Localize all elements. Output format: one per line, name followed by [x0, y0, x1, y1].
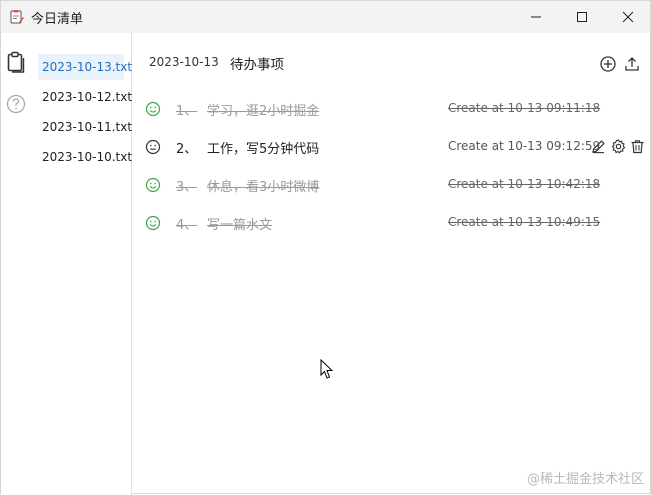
task-number: 1、 — [176, 104, 198, 119]
export-icon[interactable] — [623, 55, 641, 73]
minimize-button[interactable] — [513, 1, 559, 33]
task-row[interactable]: 4、 写一篇水文 Create at 10-13 10:49:15 — [132, 208, 651, 238]
smile-check-icon[interactable] — [145, 215, 161, 231]
task-text: 休息，看3小时微博 — [207, 180, 320, 195]
title-bar: 今日清单 — [1, 1, 650, 33]
pencil-icon[interactable] — [591, 139, 606, 154]
watermark: @稀土掘金技术社区 — [526, 472, 644, 487]
clipboard-icon[interactable] — [6, 51, 26, 73]
file-list: 2023-10-13.txt 2023-10-12.txt 2023-10-11… — [32, 33, 132, 495]
file-item[interactable]: 2023-10-13.txt — [38, 54, 132, 80]
page-title: 待办事项 — [230, 57, 284, 73]
minimize-icon — [531, 16, 541, 18]
task-number: 2、 — [176, 142, 198, 157]
close-icon — [622, 11, 634, 23]
task-number: 3、 — [176, 180, 198, 195]
task-created-time: Create at 10-13 10:42:18 — [448, 177, 601, 191]
smile-check-icon[interactable] — [145, 101, 161, 117]
close-button[interactable] — [605, 1, 651, 33]
task-text: 写一篇水文 — [207, 218, 273, 233]
file-item[interactable]: 2023-10-12.txt — [38, 84, 132, 110]
app-window: 今日清单 2023-10-13.txt 2023-10-12.txt 2023-… — [0, 0, 651, 495]
task-row[interactable]: 2、 工作，写5分钟代码 Create at 10-13 09:12:59 — [132, 132, 651, 162]
file-item[interactable]: 2023-10-11.txt — [38, 114, 132, 140]
task-created-time: Create at 10-13 09:11:18 — [448, 101, 601, 115]
maximize-button[interactable] — [559, 1, 605, 33]
task-created-time: Create at 10-13 09:12:59 — [448, 139, 601, 153]
window-title: 今日清单 — [31, 12, 84, 27]
trash-icon[interactable] — [630, 139, 645, 154]
task-row[interactable]: 3、 休息，看3小时微博 Create at 10-13 10:42:18 — [132, 170, 651, 200]
smile-check-icon[interactable] — [145, 177, 161, 193]
gear-icon[interactable] — [611, 139, 626, 154]
add-circle-icon[interactable] — [599, 55, 617, 73]
task-text: 工作，写5分钟代码 — [207, 142, 320, 157]
clipboard-pen-icon — [10, 10, 24, 24]
header-date: 2023-10-13 — [149, 55, 219, 69]
mouse-cursor-icon — [320, 359, 334, 379]
task-created-time: Create at 10-13 10:49:15 — [448, 215, 601, 229]
main-panel: 2023-10-13 待办事项 1、 学习，逛2小时掘金 Create at 1… — [132, 33, 651, 495]
icon-rail — [1, 33, 33, 495]
neutral-face-icon[interactable] — [145, 139, 161, 155]
help-circle-icon[interactable] — [6, 93, 26, 115]
file-item[interactable]: 2023-10-10.txt — [38, 144, 132, 170]
task-row[interactable]: 1、 学习，逛2小时掘金 Create at 10-13 09:11:18 — [132, 94, 651, 124]
task-number: 4、 — [176, 218, 198, 233]
maximize-icon — [577, 12, 587, 22]
task-text: 学习，逛2小时掘金 — [207, 104, 320, 119]
